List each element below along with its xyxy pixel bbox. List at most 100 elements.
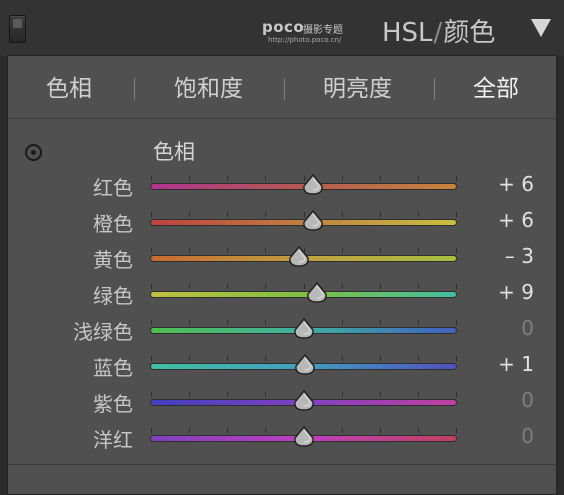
slider-tick — [265, 284, 266, 289]
slider-tick — [342, 320, 343, 325]
slider-tick — [265, 356, 266, 361]
slider-thumb-red[interactable] — [302, 174, 324, 196]
slider-tick — [456, 392, 457, 397]
slider-label-purple: 紫色 — [93, 392, 133, 416]
slider-row-blue: 蓝色 + 1 — [8, 349, 556, 385]
slider-row-orange: 橙色 + 6 — [8, 205, 556, 241]
slider-tick — [189, 428, 190, 433]
slider-thumb-purple[interactable] — [293, 390, 315, 412]
slider-label-orange: 橙色 — [93, 212, 133, 236]
tab-divider — [134, 78, 135, 100]
slider-value-blue[interactable]: + 1 — [498, 352, 534, 376]
panel-enable-toggle[interactable] — [9, 15, 26, 43]
slider-row-yellow: 黄色 – 3 — [8, 241, 556, 277]
slider-value-yellow[interactable]: – 3 — [505, 244, 534, 268]
target-adjust-icon[interactable] — [25, 144, 42, 161]
slider-tick — [227, 176, 228, 181]
tab-divider — [434, 78, 435, 100]
slider-tick — [342, 212, 343, 217]
slider-value-magenta[interactable]: 0 — [521, 424, 534, 448]
slider-tick — [227, 248, 228, 253]
slider-tick — [227, 320, 228, 325]
slider-thumb-orange[interactable] — [302, 210, 324, 232]
section-title-hue: 色相 — [153, 140, 195, 164]
slider-tick — [227, 356, 228, 361]
slider-tick — [189, 392, 190, 397]
slider-tick — [456, 356, 457, 361]
slider-value-red[interactable]: + 6 — [498, 172, 534, 196]
slider-tick — [151, 356, 152, 361]
panel-title-separator: / — [433, 18, 443, 48]
slider-tick — [151, 212, 152, 217]
slider-label-magenta: 洋红 — [93, 428, 133, 452]
slider-tick — [418, 392, 419, 397]
slider-tick — [227, 212, 228, 217]
slider-tick — [151, 320, 152, 325]
tab-luminance[interactable]: 明亮度 — [323, 69, 392, 103]
tab-all[interactable]: 全部 — [473, 69, 519, 103]
slider-thumb-green[interactable] — [306, 282, 328, 304]
slider-tick — [189, 212, 190, 217]
slider-tick — [189, 356, 190, 361]
slider-tick — [380, 212, 381, 217]
slider-tick — [342, 284, 343, 289]
slider-tick — [380, 428, 381, 433]
slider-value-aqua[interactable]: 0 — [521, 316, 534, 340]
slider-tick — [380, 176, 381, 181]
slider-tick — [380, 248, 381, 253]
panel-header[interactable]: poco 摄影专题 http://photo.poco.cn/ HSL/颜色 — [0, 0, 564, 56]
slider-tick — [456, 284, 457, 289]
slider-tick — [151, 248, 152, 253]
slider-row-green: 绿色 + 9 — [8, 277, 556, 313]
panel-title: HSL/颜色 — [382, 12, 495, 49]
slider-tick — [189, 176, 190, 181]
slider-row-red: 红色 + 6 — [8, 169, 556, 205]
slider-value-orange[interactable]: + 6 — [498, 208, 534, 232]
slider-thumb-magenta[interactable] — [293, 426, 315, 448]
slider-thumb-blue[interactable] — [294, 354, 316, 376]
slider-label-green: 绿色 — [93, 284, 133, 308]
slider-tick — [151, 392, 152, 397]
slider-tick — [227, 284, 228, 289]
slider-tick — [456, 248, 457, 253]
slider-tick — [342, 356, 343, 361]
slider-tick — [380, 392, 381, 397]
slider-tick — [418, 356, 419, 361]
slider-label-red: 红色 — [93, 176, 133, 200]
tab-saturation[interactable]: 饱和度 — [174, 69, 243, 103]
tab-divider — [284, 78, 285, 100]
slider-tick — [418, 428, 419, 433]
slider-tick — [342, 392, 343, 397]
slider-tick — [151, 428, 152, 433]
slider-thumb-yellow[interactable] — [288, 246, 310, 268]
slider-tick — [265, 212, 266, 217]
slider-tick — [418, 320, 419, 325]
slider-tick — [265, 392, 266, 397]
panel-title-color[interactable]: 颜色 — [443, 18, 495, 48]
slider-row-aqua: 浅绿色 0 — [8, 313, 556, 349]
tab-hue[interactable]: 色相 — [46, 69, 92, 103]
slider-tick — [418, 176, 419, 181]
slider-tick — [265, 428, 266, 433]
slider-value-purple[interactable]: 0 — [521, 388, 534, 412]
slider-row-purple: 紫色 0 — [8, 385, 556, 421]
watermark-url: http://photo.poco.cn/ — [268, 36, 342, 44]
slider-tick — [418, 284, 419, 289]
slider-tick — [418, 248, 419, 253]
slider-thumb-aqua[interactable] — [293, 318, 315, 340]
slider-tick — [151, 176, 152, 181]
slider-tick — [380, 356, 381, 361]
watermark-text: 摄影专题 — [303, 25, 343, 36]
slider-tick — [151, 284, 152, 289]
slider-tick — [456, 428, 457, 433]
slider-tick — [265, 248, 266, 253]
collapse-triangle-icon[interactable] — [531, 19, 551, 37]
slider-label-aqua: 浅绿色 — [73, 320, 133, 344]
tab-bar: 色相 饱和度 明亮度 全部 — [8, 56, 556, 119]
slider-track-green[interactable] — [151, 284, 457, 297]
slider-tick — [265, 176, 266, 181]
slider-tick — [189, 248, 190, 253]
slider-value-green[interactable]: + 9 — [498, 280, 534, 304]
hsl-panel: 色相 饱和度 明亮度 全部 色相 红色 + 6 橙色 + 6 黄色 – 3 绿色 + 9 浅绿色… — [7, 55, 557, 495]
slider-tick — [418, 212, 419, 217]
